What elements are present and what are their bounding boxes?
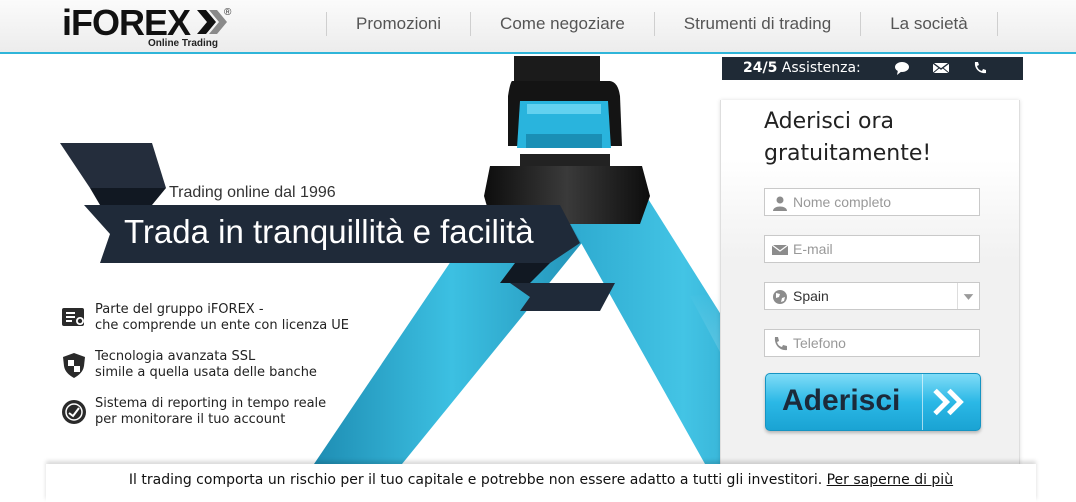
nav-item-strumenti[interactable]: Strumenti di trading: [653, 12, 860, 36]
country-select[interactable]: Spain: [764, 282, 980, 310]
name-field[interactable]: [764, 188, 980, 216]
form-title-line: Aderisci ora: [764, 109, 894, 134]
globe-icon: [773, 290, 787, 304]
feature-line: Tecnologia avanzata SSL: [95, 349, 256, 364]
feature-item: Tecnologia avanzata SSL simile a quella …: [60, 349, 390, 396]
disclaimer-body: Il trading comporta un rischio per il tu…: [128, 472, 823, 488]
feature-item: Parte del gruppo iFOREX - che comprende …: [60, 302, 390, 349]
form-title-line: gratuitamente!: [764, 141, 932, 166]
main-nav: Promozioni Come negoziare Strumenti di t…: [326, 12, 998, 36]
phone-field[interactable]: [764, 329, 980, 357]
logo-wordmark: iFOREX: [62, 2, 191, 43]
hero-since: Trading online dal 1996: [169, 184, 336, 201]
submit-button[interactable]: Aderisci: [765, 373, 981, 431]
feature-line: che comprende un ente con licenza UE: [95, 318, 350, 333]
site-header: iFOREX ® Online Trading Promozioni Come …: [0, 0, 1076, 54]
feature-text: Tecnologia avanzata SSL simile a quella …: [95, 349, 317, 381]
email-field[interactable]: [764, 235, 980, 263]
logo-tagline: Online Trading: [148, 38, 219, 49]
mail-icon: [772, 244, 788, 255]
feature-line: Parte del gruppo iFOREX -: [95, 302, 264, 317]
shield-icon: [63, 353, 85, 378]
feature-list: Parte del gruppo iFOREX - che comprende …: [60, 302, 390, 443]
double-chevron-right-icon: [922, 374, 964, 430]
signup-form: Aderisci ora gratuitamente! Spain: [720, 100, 1020, 466]
registered-mark: ®: [224, 7, 232, 18]
nav-item-promozioni[interactable]: Promozioni: [326, 12, 470, 36]
learn-more-link[interactable]: Per saperne di più: [827, 472, 953, 488]
risk-disclaimer: Il trading comporta un rischio per il tu…: [46, 464, 1036, 502]
email-input[interactable]: [793, 236, 973, 262]
feature-text: Parte del gruppo iFOREX - che comprende …: [95, 302, 349, 334]
feature-line: simile a quella usata delle banche: [95, 365, 317, 380]
clock-icon: [62, 400, 86, 424]
nav-item-societa[interactable]: La società: [860, 12, 998, 36]
phone-icon: [774, 337, 787, 351]
iforex-logo[interactable]: iFOREX ® Online Trading: [62, 4, 242, 50]
nav-item-come-negoziare[interactable]: Come negoziare: [470, 12, 654, 36]
name-input[interactable]: [793, 189, 973, 215]
feature-text: Sistema di reporting in tempo reale per …: [95, 396, 326, 428]
certificate-icon: [62, 308, 84, 326]
form-title: Aderisci ora gratuitamente!: [764, 106, 931, 170]
user-icon: [773, 196, 787, 211]
chevron-down-icon[interactable]: [957, 283, 979, 309]
disclaimer-text: Il trading comporta un rischio per il tu…: [46, 472, 1036, 488]
feature-line: per monitorare il tuo account: [95, 412, 286, 427]
phone-input[interactable]: [793, 330, 973, 356]
feature-line: Sistema di reporting in tempo reale: [95, 396, 327, 411]
feature-item: Sistema di reporting in tempo reale per …: [60, 396, 390, 443]
country-value: Spain: [793, 288, 829, 304]
hero-title: Trada in tranquillità e facilità: [124, 213, 534, 250]
submit-label: Aderisci: [782, 384, 901, 417]
